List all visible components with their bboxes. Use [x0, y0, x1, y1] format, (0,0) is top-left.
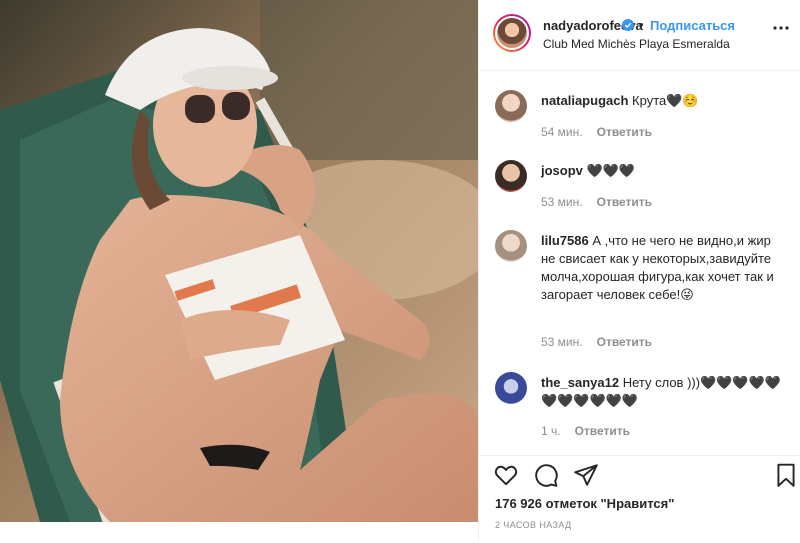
post-photo[interactable]: [0, 0, 478, 522]
comment-username[interactable]: josopv: [541, 163, 583, 178]
post-header: nadyadorofeeva • Подписаться Club Med Mi…: [479, 0, 800, 71]
commenter-avatar[interactable]: [495, 372, 527, 404]
comment-username[interactable]: the_sanya12: [541, 375, 619, 390]
comment-time: 53 мин.: [541, 335, 583, 349]
verified-icon: [622, 19, 634, 31]
comments-list: nataliapugach Крута🖤☺️ 54 мин. Ответить j…: [479, 70, 800, 454]
post-actions: 176 926 отметок "Нравится" 2 ЧАСОВ НАЗАД: [479, 455, 800, 543]
bookmark-icon[interactable]: [773, 462, 799, 488]
commenter-avatar[interactable]: [495, 90, 527, 122]
post-location[interactable]: Club Med Michès Playa Esmeralda: [543, 37, 730, 51]
comment-username[interactable]: nataliapugach: [541, 93, 628, 108]
share-icon[interactable]: [573, 462, 599, 488]
comment-username[interactable]: lilu7586: [541, 233, 589, 248]
instagram-post: nadyadorofeeva • Подписаться Club Med Mi…: [0, 0, 800, 542]
comment-text: 🖤🖤🖤: [586, 163, 636, 178]
author-avatar[interactable]: [493, 14, 531, 52]
comment-time: 53 мин.: [541, 195, 583, 209]
separator-dot: •: [639, 17, 644, 32]
post-sidebar: nadyadorofeeva • Подписаться Club Med Mi…: [478, 0, 800, 542]
comment-time: 54 мин.: [541, 125, 583, 139]
comment-text: Крута🖤☺️: [632, 93, 699, 108]
follow-button[interactable]: Подписаться: [650, 18, 735, 33]
likes-count[interactable]: 176 926 отметок "Нравится": [495, 496, 674, 511]
reply-button[interactable]: Ответить: [597, 335, 652, 349]
commenter-avatar[interactable]: [495, 230, 527, 262]
photo-illustration: [0, 0, 478, 522]
heart-icon[interactable]: [493, 462, 519, 488]
commenter-avatar[interactable]: [495, 160, 527, 192]
comment-time: 1 ч.: [541, 424, 561, 438]
reply-button[interactable]: Ответить: [597, 195, 652, 209]
post-timestamp: 2 ЧАСОВ НАЗАД: [495, 520, 572, 530]
more-options-icon[interactable]: [771, 18, 791, 38]
reply-button[interactable]: Ответить: [597, 125, 652, 139]
comment-icon[interactable]: [533, 462, 559, 488]
reply-button[interactable]: Ответить: [575, 424, 630, 438]
